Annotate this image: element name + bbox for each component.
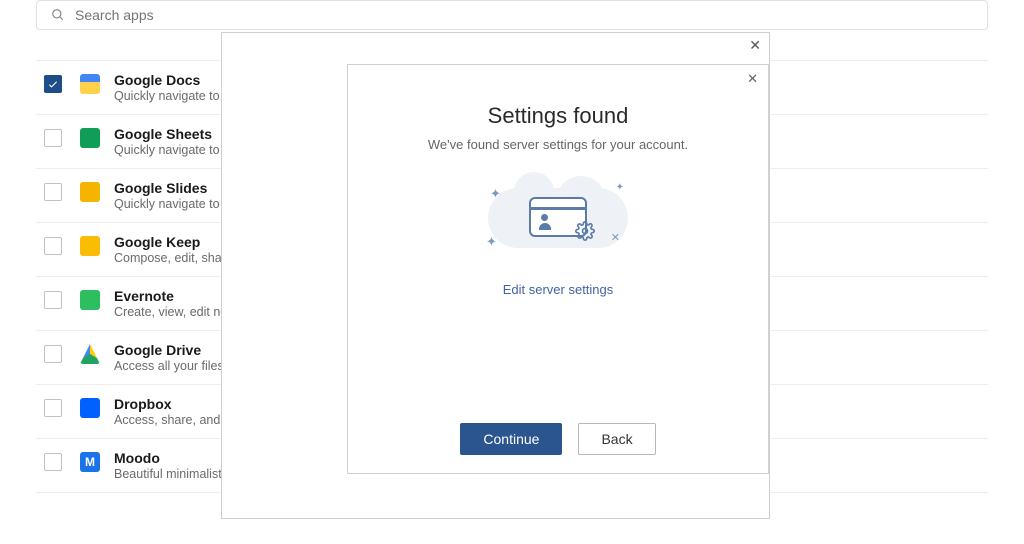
google-sheets-icon — [80, 128, 100, 148]
settings-illustration: ✦ ✦ ✦ ✕ — [478, 174, 638, 260]
google-keep-icon — [80, 236, 100, 256]
close-icon[interactable]: ✕ — [747, 71, 758, 87]
settings-found-dialog: ✕ Settings found We've found server sett… — [347, 64, 769, 474]
checkbox[interactable] — [44, 453, 62, 471]
checkbox[interactable] — [44, 345, 62, 363]
search-icon — [51, 8, 65, 22]
checkbox[interactable] — [44, 291, 62, 309]
search-bar[interactable] — [36, 0, 988, 30]
edit-server-settings-link[interactable]: Edit server settings — [503, 282, 614, 297]
google-slides-icon — [80, 182, 100, 202]
search-input[interactable] — [75, 7, 973, 23]
checkbox[interactable] — [44, 399, 62, 417]
gear-icon — [575, 221, 595, 241]
checkbox[interactable] — [44, 237, 62, 255]
close-icon[interactable]: ✕ — [749, 37, 761, 54]
dialog-title: Settings found — [488, 103, 629, 129]
dialog-actions: Continue Back — [460, 423, 655, 455]
checkbox[interactable] — [44, 75, 62, 93]
evernote-icon — [80, 290, 100, 310]
google-drive-icon — [80, 344, 100, 364]
back-button[interactable]: Back — [578, 423, 655, 455]
checkbox[interactable] — [44, 129, 62, 147]
moodo-icon: M — [80, 452, 100, 472]
continue-button[interactable]: Continue — [460, 423, 562, 455]
dropbox-icon — [80, 398, 100, 418]
checkbox[interactable] — [44, 183, 62, 201]
dialog-subtitle: We've found server settings for your acc… — [428, 137, 688, 152]
google-docs-icon — [80, 74, 100, 94]
